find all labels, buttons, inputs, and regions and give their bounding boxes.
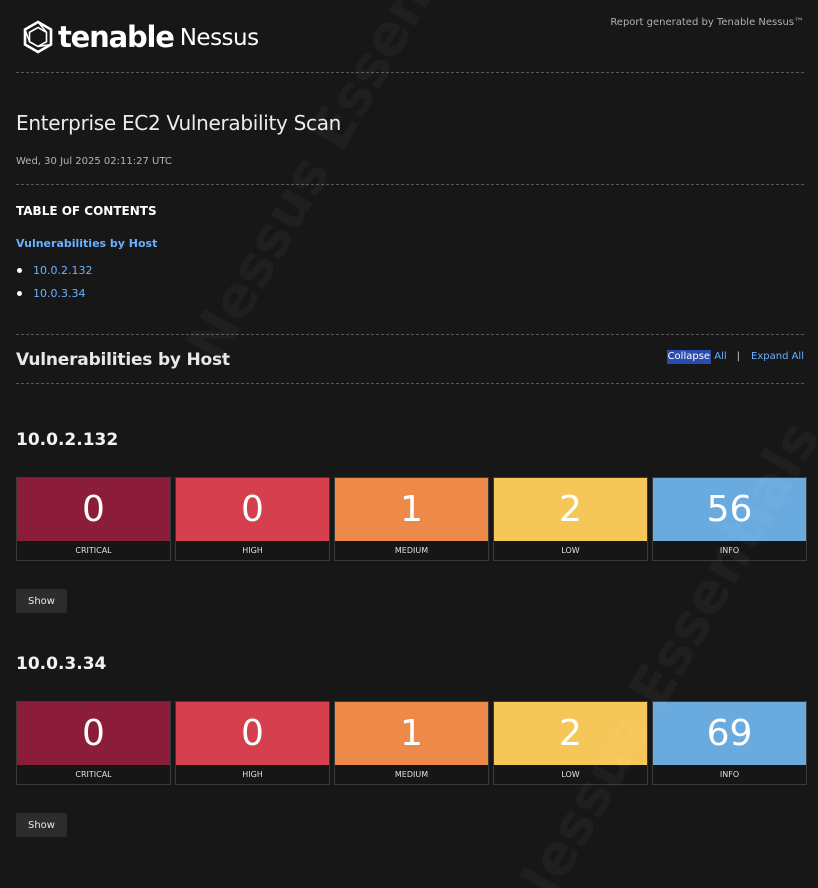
severity-card-high: 0 HIGH (175, 477, 330, 561)
severity-label: MEDIUM (394, 770, 429, 779)
control-separator: | (736, 351, 741, 362)
severity-card-low: 2 LOW (493, 477, 648, 561)
toc-list-item: 10.0.2.132 (16, 259, 92, 282)
section-title: Vulnerabilities by Host (16, 350, 230, 370)
logo-brand-text: tenable (58, 19, 175, 54)
tenable-nessus-logo: tenable Nessus (21, 18, 259, 55)
severity-label: INFO (719, 770, 740, 779)
logo-product-text: Nessus (179, 25, 259, 51)
report-page: tenable Nessus Report generated by Tenab… (0, 0, 818, 888)
bullet-icon (17, 268, 22, 273)
show-details-button[interactable]: Show (16, 589, 67, 613)
severity-count: 1 (335, 702, 488, 765)
toc-link-host[interactable]: 10.0.3.34 (33, 287, 85, 300)
severity-count: 0 (176, 478, 329, 541)
severity-count: 56 (653, 478, 806, 541)
severity-label: HIGH (242, 546, 263, 555)
severity-count: 1 (335, 478, 488, 541)
severity-card-low: 2 LOW (493, 701, 648, 785)
severity-count: 0 (176, 702, 329, 765)
severity-summary: 0 CRITICAL 0 HIGH 1 MEDIUM 2 LOW 56 INFO (16, 477, 807, 561)
severity-count: 2 (494, 702, 647, 765)
collapse-all-link[interactable]: Collapse All (666, 350, 727, 364)
toc-link-vulnerabilities-by-host[interactable]: Vulnerabilities by Host (16, 237, 157, 250)
table-of-contents: TABLE OF CONTENTS Vulnerabilities by Hos… (16, 185, 804, 335)
severity-label: MEDIUM (394, 546, 429, 555)
section-header: Vulnerabilities by Host Collapse All | E… (16, 335, 804, 384)
severity-summary: 0 CRITICAL 0 HIGH 1 MEDIUM 2 LOW 69 INFO (16, 701, 807, 785)
host-ip: 10.0.3.34 (16, 654, 107, 674)
severity-card-high: 0 HIGH (175, 701, 330, 785)
severity-label: HIGH (242, 770, 263, 779)
report-header: tenable Nessus Report generated by Tenab… (16, 0, 804, 73)
severity-count: 0 (17, 478, 170, 541)
scan-title: Enterprise EC2 Vulnerability Scan (16, 111, 342, 135)
severity-label: CRITICAL (75, 546, 112, 555)
bullet-icon (17, 291, 22, 296)
host-ip: 10.0.2.132 (16, 430, 119, 450)
scan-info: Enterprise EC2 Vulnerability Scan Wed, 3… (16, 73, 804, 185)
toc-link-host[interactable]: 10.0.2.132 (33, 264, 92, 277)
toc-heading: TABLE OF CONTENTS (16, 204, 157, 218)
toc-host-list: 10.0.2.132 10.0.3.34 (16, 259, 92, 305)
severity-card-info: 69 INFO (652, 701, 807, 785)
scan-date: Wed, 30 Jul 2025 02:11:27 UTC (16, 156, 172, 167)
report-generated-note: Report generated by Tenable Nessus™ (610, 17, 804, 28)
severity-card-critical: 0 CRITICAL (16, 477, 171, 561)
severity-count: 2 (494, 478, 647, 541)
severity-card-critical: 0 CRITICAL (16, 701, 171, 785)
tenable-hexagon-logo-icon (23, 19, 53, 54)
host-block: 10.0.2.132 0 CRITICAL 0 HIGH 1 MEDIUM 2 … (16, 430, 807, 613)
collapse-selected-text: Collapse (666, 350, 712, 364)
severity-card-info: 56 INFO (652, 477, 807, 561)
expand-all-link[interactable]: Expand All (751, 351, 804, 362)
severity-label: INFO (719, 546, 740, 555)
toc-list-item: 10.0.3.34 (16, 282, 92, 305)
severity-label: CRITICAL (75, 770, 112, 779)
severity-count: 0 (17, 702, 170, 765)
severity-card-medium: 1 MEDIUM (334, 701, 489, 785)
severity-card-medium: 1 MEDIUM (334, 477, 489, 561)
section-controls: Collapse All | Expand All (666, 350, 804, 364)
severity-label: LOW (561, 546, 580, 555)
severity-label: LOW (561, 770, 580, 779)
host-block: 10.0.3.34 0 CRITICAL 0 HIGH 1 MEDIUM 2 L… (16, 654, 807, 837)
collapse-rest-text: All (711, 351, 727, 362)
severity-count: 69 (653, 702, 806, 765)
show-details-button[interactable]: Show (16, 813, 67, 837)
